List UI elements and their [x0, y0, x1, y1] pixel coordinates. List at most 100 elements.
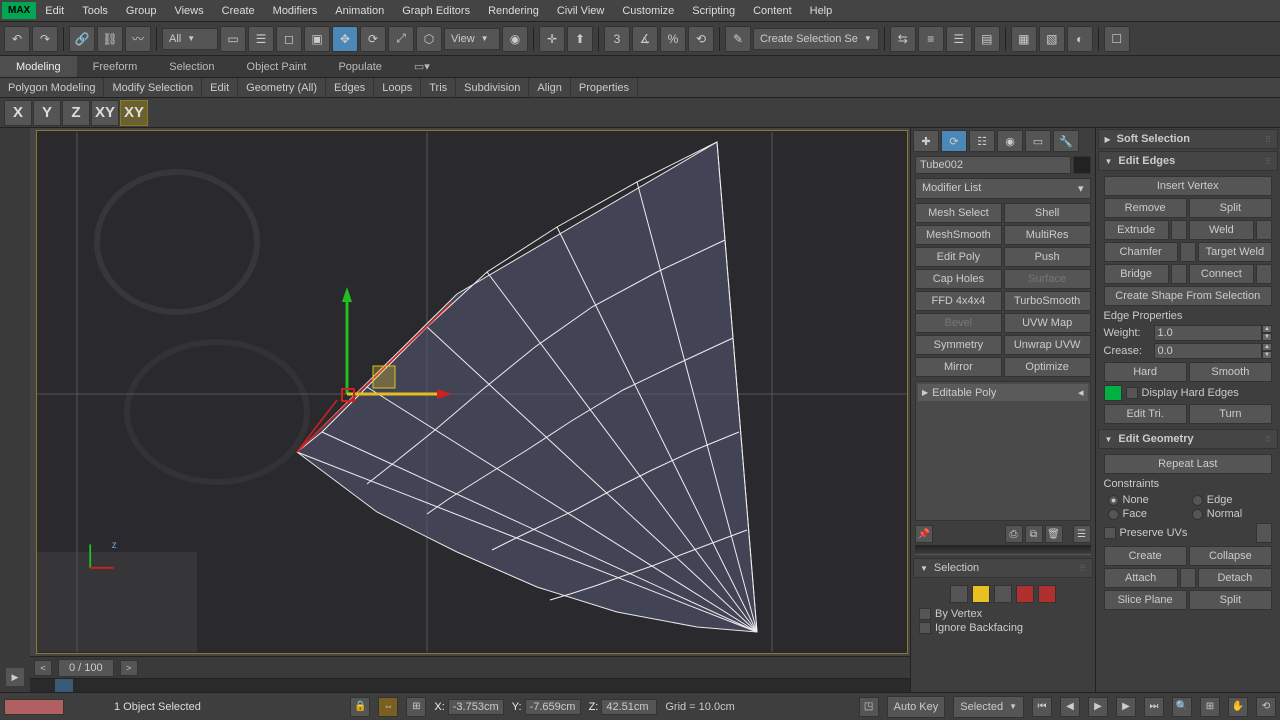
constraint-none-radio[interactable] — [1108, 495, 1119, 506]
edit-geometry-rollout-header[interactable]: ▼Edit Geometry⠿ — [1098, 429, 1279, 449]
weld-settings-button[interactable] — [1256, 220, 1272, 240]
ribbon-panel-tris[interactable]: Tris — [421, 78, 456, 97]
surface-button[interactable]: Surface — [1004, 269, 1091, 289]
menu-animation[interactable]: Animation — [326, 1, 393, 21]
split-geom-button[interactable]: Split — [1189, 590, 1272, 610]
menu-civil-view[interactable]: Civil View — [548, 1, 613, 21]
menu-modifiers[interactable]: Modifiers — [264, 1, 327, 21]
edge-level-icon[interactable] — [972, 585, 990, 603]
border-level-icon[interactable] — [994, 585, 1012, 603]
redo-button[interactable]: ↷ — [32, 26, 58, 52]
select-object-button[interactable]: ▭ — [220, 26, 246, 52]
selection-rollout-header[interactable]: ▼Selection⠿ — [913, 558, 1093, 578]
angle-snap-button[interactable]: ∡ — [632, 26, 658, 52]
align-button[interactable]: ≡ — [918, 26, 944, 52]
cap-holes-button[interactable]: Cap Holes — [915, 269, 1002, 289]
ffd-button[interactable]: FFD 4x4x4 — [915, 291, 1002, 311]
shell-button[interactable]: Shell — [1004, 203, 1091, 223]
soft-selection-rollout-header[interactable]: ▶Soft Selection⠿ — [1098, 129, 1279, 149]
split-button[interactable]: Split — [1189, 198, 1272, 218]
lock-selection-button[interactable]: 🔒 — [350, 697, 370, 717]
hierarchy-tab-icon[interactable]: ☷ — [969, 130, 995, 152]
repeat-last-button[interactable]: Repeat Last — [1104, 454, 1273, 474]
preserve-uvs-settings-button[interactable] — [1256, 523, 1272, 543]
connect-button[interactable]: Connect — [1189, 264, 1254, 284]
push-button[interactable]: Push — [1004, 247, 1091, 267]
ribbon-tab-selection[interactable]: Selection — [153, 56, 230, 77]
symmetry-button[interactable]: Symmetry — [915, 335, 1002, 355]
bridge-settings-button[interactable] — [1171, 264, 1187, 284]
show-end-result-button[interactable]: ⎙ — [1005, 525, 1023, 543]
mirror-button[interactable]: ⇆ — [890, 26, 916, 52]
keyboard-shortcut-button[interactable]: ⬆ — [567, 26, 593, 52]
use-pivot-button[interactable]: ◉ — [502, 26, 528, 52]
ref-coord-combo[interactable]: View▼ — [444, 28, 500, 50]
isolate-selection-button[interactable]: ◳ — [859, 697, 879, 717]
spinner-snap-button[interactable]: ⟲ — [688, 26, 714, 52]
ribbon-panel-edit[interactable]: Edit — [202, 78, 238, 97]
track-bar[interactable] — [30, 678, 910, 692]
weld-button[interactable]: Weld — [1189, 220, 1254, 240]
ribbon-panel-polygon-modeling[interactable]: Polygon Modeling — [0, 78, 104, 97]
motion-tab-icon[interactable]: ◉ — [997, 130, 1023, 152]
ignore-backfacing-checkbox[interactable] — [919, 622, 931, 634]
smooth-button[interactable]: Smooth — [1189, 362, 1272, 382]
orbit-button[interactable]: ⟲ — [1256, 697, 1276, 717]
window-crossing-button[interactable]: ▣ — [304, 26, 330, 52]
menu-graph-editors[interactable]: Graph Editors — [393, 1, 479, 21]
menu-customize[interactable]: Customize — [613, 1, 683, 21]
constrain-x-button[interactable]: X — [4, 100, 32, 126]
snap-toggle-button[interactable]: 3 — [604, 26, 630, 52]
goto-end-button[interactable]: ⏭ — [1144, 697, 1164, 717]
time-slider-next-button[interactable]: > — [120, 660, 138, 676]
ribbon-panel-modify-selection[interactable]: Modify Selection — [104, 78, 202, 97]
extrude-settings-button[interactable] — [1171, 220, 1187, 240]
constrain-xy-button[interactable]: XY — [91, 100, 119, 126]
edit-poly-button[interactable]: Edit Poly — [915, 247, 1002, 267]
constrain-y-button[interactable]: Y — [33, 100, 61, 126]
select-move-button[interactable]: ✥ — [332, 26, 358, 52]
remove-button[interactable]: Remove — [1104, 198, 1187, 218]
app-menu-button[interactable]: MAX — [2, 2, 36, 19]
collapse-button[interactable]: Collapse — [1189, 546, 1272, 566]
menu-views[interactable]: Views — [165, 1, 212, 21]
remove-modifier-button[interactable]: 🗑 — [1045, 525, 1063, 543]
connect-settings-button[interactable] — [1256, 264, 1272, 284]
mesh-select-button[interactable]: Mesh Select — [915, 203, 1002, 223]
ribbon-panel-properties[interactable]: Properties — [571, 78, 638, 97]
create-shape-button[interactable]: Create Shape From Selection — [1104, 286, 1273, 306]
schematic-view-button[interactable]: ▧ — [1039, 26, 1065, 52]
display-tab-icon[interactable]: ▭ — [1025, 130, 1051, 152]
menu-scripting[interactable]: Scripting — [683, 1, 744, 21]
render-setup-button[interactable]: ☐ — [1104, 26, 1130, 52]
menu-create[interactable]: Create — [213, 1, 264, 21]
relative-transform-button[interactable]: ⊞ — [406, 697, 426, 717]
modifier-list-dropdown[interactable]: Modifier List▾ — [915, 178, 1091, 199]
z-coordinate-input[interactable]: 42.51cm — [601, 699, 657, 715]
edit-tri-button[interactable]: Edit Tri. — [1104, 404, 1187, 424]
goto-start-button[interactable]: ⏮ — [1032, 697, 1052, 717]
pin-stack-button[interactable]: 📌 — [915, 525, 933, 543]
ribbon-tab-populate[interactable]: Populate — [322, 56, 397, 77]
y-coordinate-input[interactable]: -7.659cm — [525, 699, 581, 715]
ribbon-tab-object-paint[interactable]: Object Paint — [231, 56, 323, 77]
turn-button[interactable]: Turn — [1189, 404, 1272, 424]
bevel-button[interactable]: Bevel — [915, 313, 1002, 333]
spinner-up-icon[interactable]: ▲ — [1262, 343, 1272, 351]
ribbon-tab-freeform[interactable]: Freeform — [77, 56, 154, 77]
hard-button[interactable]: Hard — [1104, 362, 1187, 382]
uvw-map-button[interactable]: UVW Map — [1004, 313, 1091, 333]
ribbon-tab-modeling[interactable]: Modeling — [0, 56, 77, 77]
constraint-edge-radio[interactable] — [1192, 495, 1203, 506]
edit-edges-rollout-header[interactable]: ▼Edit Edges⠿ — [1098, 151, 1279, 171]
ribbon-panel-subdivision[interactable]: Subdivision — [456, 78, 529, 97]
select-place-button[interactable]: ⬡ — [416, 26, 442, 52]
slice-plane-button[interactable]: Slice Plane — [1104, 590, 1187, 610]
toggle-ribbon-button[interactable]: ▤ — [974, 26, 1000, 52]
object-name-input[interactable] — [915, 156, 1071, 174]
vertex-level-icon[interactable] — [950, 585, 968, 603]
autokey-button[interactable]: Auto Key — [887, 696, 946, 718]
preserve-uvs-checkbox[interactable] — [1104, 527, 1116, 539]
material-editor-button[interactable]: ◐ — [1067, 26, 1093, 52]
ribbon-panel-edges[interactable]: Edges — [326, 78, 374, 97]
